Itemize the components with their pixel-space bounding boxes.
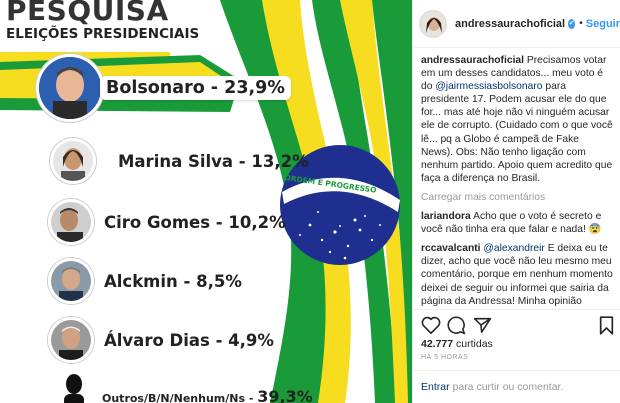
comment-username[interactable]: rccavalcanti — [421, 243, 481, 254]
post-header: andressaurachoficial ✔ • Seguir — [413, 0, 620, 48]
candidate-label: Álvaro Dias - 4,9% — [104, 330, 274, 350]
header-separator: • — [579, 18, 583, 29]
candidate-label: Alckmin - 8,5% — [104, 271, 242, 291]
candidate-ciro: Ciro Gomes - 10,2% — [48, 199, 286, 245]
alckmin-photo — [48, 258, 94, 304]
heart-icon[interactable] — [421, 316, 441, 334]
load-more-comments-link[interactable]: Carregar mais comentários — [421, 191, 613, 204]
candidate-bolsonaro: Bolsonaro - 23,9% — [36, 54, 291, 122]
comment-username[interactable]: lariandora — [421, 211, 471, 222]
comment-icon[interactable] — [447, 316, 466, 335]
post-timestamp: HÁ 5 HORAS — [421, 354, 469, 361]
comment-box: Entrar para curtir ou comentar. — [413, 370, 620, 403]
comment-item: lariandora Acho que o voto é secreto e v… — [421, 210, 613, 236]
candidate-alvaro: Álvaro Dias - 4,9% — [48, 317, 274, 363]
bookmark-icon[interactable] — [599, 316, 614, 335]
share-icon[interactable] — [473, 316, 492, 334]
post-actions-bar — [413, 309, 620, 339]
alvaro-photo — [48, 317, 94, 363]
profile-avatar[interactable] — [419, 9, 447, 38]
post-caption: andressaurachoficial Precisamos votar em… — [421, 54, 613, 185]
post-sidebar: andressaurachoficial ✔ • Seguir andressa… — [412, 0, 620, 403]
header-username[interactable]: andressaurachoficial — [455, 18, 565, 30]
comment-item: rccavalcanti @alexandreir E deixa eu te … — [421, 242, 613, 309]
ciro-photo — [48, 199, 94, 245]
graphic-title: PESQUISA — [6, 0, 169, 27]
follow-button[interactable]: Seguir — [586, 18, 620, 30]
likes-count[interactable]: 42.777 curtidas — [421, 338, 493, 350]
candidate-label: Ciro Gomes - 10,2% — [104, 212, 286, 232]
comment-box-text: para curtir ou comentar. — [449, 381, 564, 393]
caption-username[interactable]: andressaurachoficial — [421, 55, 524, 66]
candidate-outros: Outros/B/N/Nenhum/Ns - 39,3% — [60, 374, 313, 403]
graphic-subtitle: ELEIÇÕES PRESIDENCIAIS — [6, 26, 200, 42]
comments-list[interactable]: andressaurachoficial Precisamos votar em… — [421, 54, 613, 309]
caption-mention[interactable]: @jairmessiasbolsonaro — [435, 81, 542, 92]
person-silhouette-icon — [64, 374, 84, 403]
candidate-alckmin: Alckmin - 8,5% — [48, 258, 242, 304]
candidate-label: Marina Silva - 13,2% — [118, 151, 309, 171]
comment-mention[interactable]: @alexandreir — [483, 243, 544, 254]
caption-text-after: para presidente 17. Podem acusar ele do … — [421, 81, 613, 184]
candidate-label: Bolsonaro - 23,9% — [100, 76, 291, 100]
post-image: PESQUISA ELEIÇÕES PRESIDENCIAIS ORDEM E … — [0, 0, 412, 403]
login-link[interactable]: Entrar — [421, 381, 450, 393]
candidate-label-outros-name: Outros/B/N/Nenhum/Ns - 39,3% — [102, 386, 313, 403]
verified-badge-icon: ✔ — [568, 18, 576, 29]
marina-photo — [50, 138, 96, 184]
bolsonaro-photo — [36, 54, 104, 122]
candidate-marina: Marina Silva - 13,2% — [50, 138, 309, 184]
